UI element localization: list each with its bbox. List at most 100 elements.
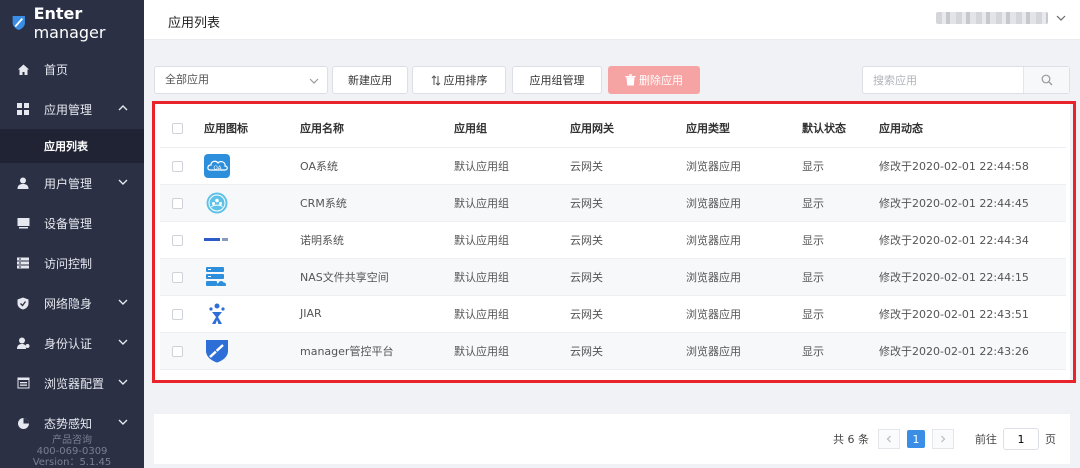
footer-phone: 400-069-0309 [36, 446, 108, 457]
identity-icon [16, 336, 30, 350]
app-type: 浏览器应用 [686, 184, 802, 222]
username-blurred [936, 12, 1048, 24]
app-activity: 修改于2020-02-01 22:44:58 [879, 147, 1066, 185]
chevron-left-icon [886, 435, 891, 443]
sidebar-item-device-management[interactable]: 设备管理 [0, 203, 144, 243]
app-gateway: 云网关 [570, 184, 686, 222]
awareness-icon [16, 416, 30, 430]
app-status: 显示 [802, 295, 879, 333]
table-row[interactable]: JIAR 默认应用组 云网关 浏览器应用 显示 修改于2020-02-01 22… [160, 295, 1066, 333]
sort-icon [431, 74, 440, 86]
select-all-checkbox[interactable] [172, 123, 183, 135]
sidebar-item-network-stealth[interactable]: 网络隐身 [0, 283, 144, 323]
sidebar-item-access-control[interactable]: 访问控制 [0, 243, 144, 283]
sidebar-item-label: 浏览器配置 [44, 376, 105, 391]
new-app-button[interactable]: 新建应用 [332, 66, 408, 94]
app-group: 默认应用组 [454, 221, 570, 259]
app-gateway: 云网关 [570, 147, 686, 185]
sidebar-item-label: 设备管理 [44, 216, 93, 231]
delete-app-button[interactable]: 删除应用 [608, 66, 700, 94]
chevron-down-icon [309, 78, 319, 84]
row-checkbox[interactable] [172, 345, 183, 357]
app-name[interactable]: JIAR [300, 295, 454, 333]
app-group: 默认应用组 [454, 295, 570, 333]
app-type: 浏览器应用 [686, 332, 802, 370]
button-label: 应用组管理 [529, 74, 585, 87]
trash-icon [625, 74, 636, 86]
search-button[interactable] [1023, 67, 1069, 93]
button-label: 新建应用 [348, 74, 392, 87]
user-menu[interactable] [936, 12, 1066, 24]
app-activity: 修改于2020-02-01 22:44:34 [879, 221, 1066, 259]
app-activity: 修改于2020-02-01 22:43:51 [879, 295, 1066, 333]
app-name[interactable]: CRM系统 [300, 184, 454, 222]
sidebar-item-browser-config[interactable]: 浏览器配置 [0, 363, 144, 403]
chevron-right-icon [941, 435, 946, 443]
shield-icon [16, 296, 30, 310]
sidebar-subitem-app-list[interactable]: 应用列表 [0, 129, 144, 163]
table-row[interactable]: OA OA系统 默认应用组 云网关 浏览器应用 显示 修改于2020-02-01… [160, 147, 1066, 185]
app-type: 浏览器应用 [686, 295, 802, 333]
app-status: 显示 [802, 184, 879, 222]
app-activity: 修改于2020-02-01 22:44:15 [879, 258, 1066, 296]
app-status: 显示 [802, 221, 879, 259]
goto-label: 前往 [975, 433, 997, 446]
table-row[interactable]: 诺明系统 默认应用组 云网关 浏览器应用 显示 修改于2020-02-01 22… [160, 221, 1066, 259]
app-name[interactable]: 诺明系统 [300, 221, 454, 259]
sidebar-item-identity-auth[interactable]: 身份认证 [0, 323, 144, 363]
sort-app-button[interactable]: 应用排序 [412, 66, 506, 94]
chevron-down-icon [118, 299, 128, 305]
page-unit-label: 页 [1045, 433, 1056, 446]
toolbar: 全部应用 新建应用 应用排序 应用组管理 删除应用 [154, 66, 1070, 94]
sidebar-item-home[interactable]: 首页 [0, 49, 144, 89]
row-checkbox[interactable] [172, 160, 183, 172]
user-icon [16, 176, 30, 190]
row-checkbox[interactable] [172, 234, 183, 246]
jira-icon [204, 302, 230, 326]
brand-name: Enter manager [33, 4, 106, 42]
sidebar-item-label: 应用管理 [44, 102, 93, 117]
logo-icon [12, 15, 25, 31]
logo[interactable]: Enter manager [0, 0, 144, 46]
app-status: 显示 [802, 332, 879, 370]
app-name[interactable]: OA系统 [300, 147, 454, 185]
sidebar-item-label: 访问控制 [44, 256, 93, 271]
row-checkbox[interactable] [172, 271, 183, 283]
column-header-status: 默认状态 [802, 110, 879, 148]
app-activity: 修改于2020-02-01 22:44:45 [879, 184, 1066, 222]
row-checkbox[interactable] [172, 197, 183, 209]
chevron-down-icon [118, 419, 128, 425]
sidebar-item-label: 首页 [44, 62, 69, 77]
total-count: 共 6 条 [833, 433, 869, 446]
row-checkbox[interactable] [172, 308, 183, 320]
app-name[interactable]: NAS文件共享空间 [300, 258, 454, 296]
table-row[interactable]: CRM系统 默认应用组 云网关 浏览器应用 显示 修改于2020-02-01 2… [160, 184, 1066, 222]
browser-icon [16, 376, 30, 390]
sidebar-item-user-management[interactable]: 用户管理 [0, 163, 144, 203]
table-row[interactable]: NAS文件共享空间 默认应用组 云网关 浏览器应用 显示 修改于2020-02-… [160, 258, 1066, 296]
crm-icon [204, 191, 230, 215]
footer-version: Version：5.1.45 [32, 457, 112, 468]
column-header-gateway: 应用网关 [570, 110, 686, 148]
search-box [862, 66, 1070, 94]
search-input[interactable] [863, 67, 1023, 93]
app-status: 显示 [802, 147, 879, 185]
column-header-group: 应用组 [454, 110, 570, 148]
page-number-current[interactable]: 1 [907, 430, 925, 448]
button-label: 应用排序 [443, 74, 488, 87]
app-name[interactable]: manager管控平台 [300, 332, 454, 370]
goto-page-input[interactable] [1003, 428, 1039, 450]
prev-page-button[interactable] [878, 429, 900, 449]
sidebar-item-label: 态势感知 [44, 416, 93, 431]
next-page-button[interactable] [932, 429, 954, 449]
app-filter-select[interactable]: 全部应用 [154, 66, 328, 94]
oa-icon: OA [204, 153, 230, 178]
chevron-down-icon [118, 179, 128, 185]
column-header-name: 应用名称 [300, 110, 454, 148]
chevron-down-icon [118, 339, 128, 345]
sidebar: Enter manager 首页 应用管理 应用列表 用户管理 设备管理 访问控… [0, 0, 144, 468]
sidebar-item-app-management[interactable]: 应用管理 [0, 89, 144, 129]
app-group-manage-button[interactable]: 应用组管理 [512, 66, 602, 94]
table-row[interactable]: manager管控平台 默认应用组 云网关 浏览器应用 显示 修改于2020-0… [160, 332, 1066, 370]
column-header-type: 应用类型 [686, 110, 802, 148]
